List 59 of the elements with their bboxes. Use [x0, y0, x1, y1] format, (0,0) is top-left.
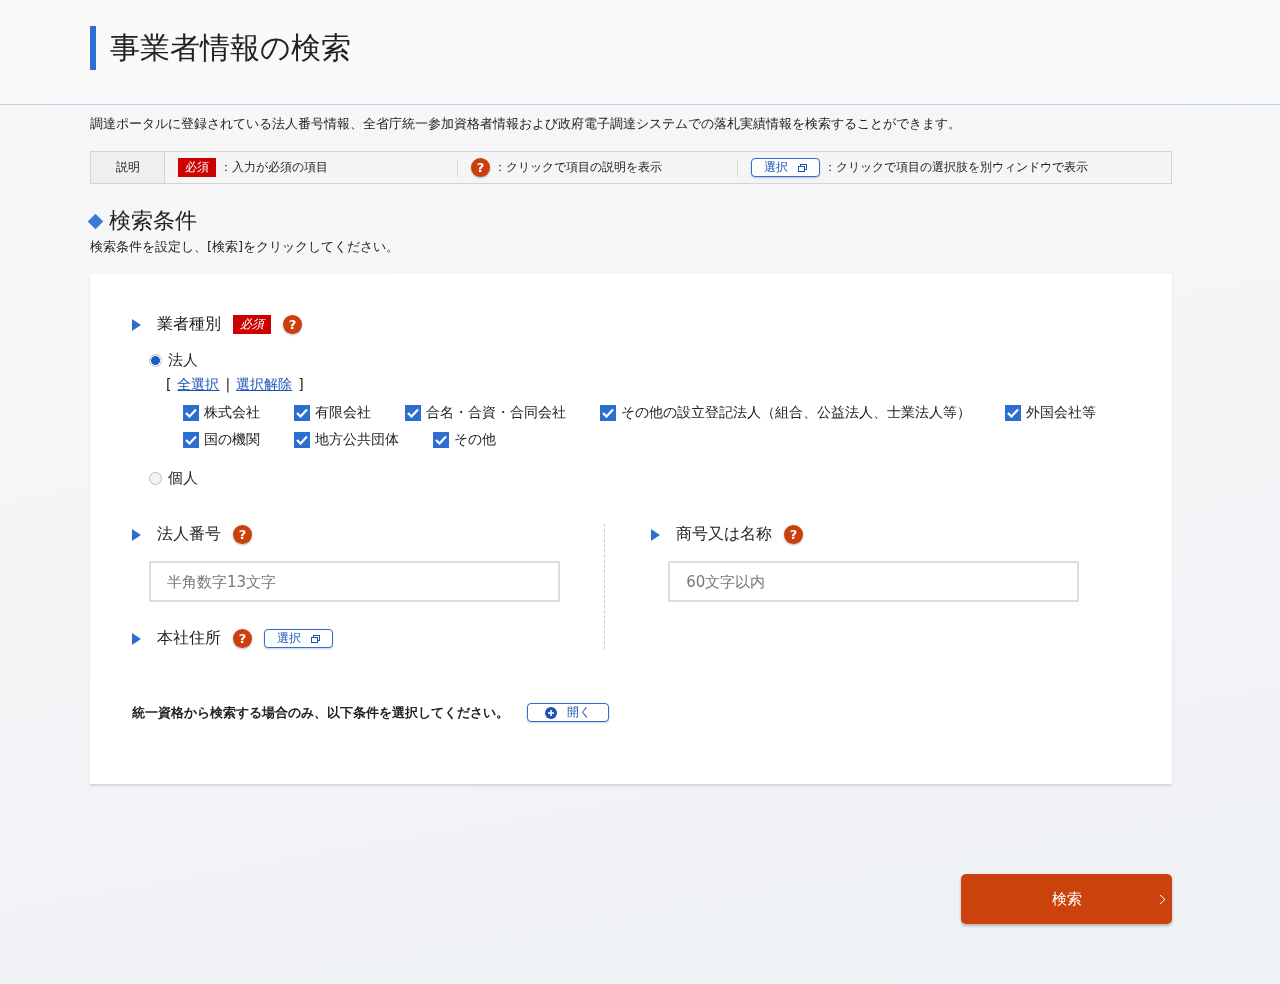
- bracket-text: [: [166, 376, 172, 394]
- radio-button[interactable]: [149, 472, 162, 485]
- checkbox-label: 地方公共団体: [315, 431, 399, 449]
- separator-text: |: [225, 376, 231, 394]
- search-button[interactable]: 検索: [961, 874, 1172, 924]
- checkbox-label: 合名・合資・合同会社: [426, 404, 566, 422]
- checkbox-label: その他の設立登記法人（組合、公益法人、士業法人等）: [621, 404, 971, 422]
- help-icon[interactable]: ?: [283, 315, 302, 334]
- help-icon[interactable]: ?: [233, 629, 252, 648]
- select-button[interactable]: 選択: [751, 158, 820, 177]
- checkbox-label: 株式会社: [204, 404, 260, 422]
- bracket-text: ]: [298, 376, 304, 394]
- section-title: 検索条件: [109, 207, 197, 235]
- legend-label: 説明: [91, 152, 165, 183]
- field-label: 商号又は名称: [676, 524, 773, 545]
- plus-icon: [545, 706, 557, 719]
- instruction-text: 統一資格から検索する場合のみ、以下条件を選択してください。: [132, 703, 509, 722]
- section-subtitle: 検索条件を設定し、[検索]をクリックしてください。: [90, 238, 401, 256]
- checkbox-label: 外国会社等: [1026, 404, 1096, 422]
- required-badge: 必須: [233, 315, 271, 334]
- legend-text: ：クリックで項目の説明を表示: [494, 159, 662, 176]
- input-field[interactable]: 60文字以内: [668, 561, 1080, 602]
- radio-button[interactable]: [149, 354, 162, 367]
- checkbox[interactable]: [183, 432, 199, 448]
- description-text: 調達ポータルに登録されている法人番号情報、全省庁統一参加資格者情報および政府電子調達システムでの落札実績情報を検索することができます。: [90, 115, 962, 133]
- window-icon: [311, 634, 320, 643]
- checkbox[interactable]: [600, 405, 616, 421]
- checkbox[interactable]: [1005, 405, 1021, 421]
- checkbox-label: 有限会社: [315, 404, 371, 422]
- triangle-icon: [132, 528, 141, 541]
- checkbox[interactable]: [405, 405, 421, 421]
- legend-text: ：入力が必須の項目: [220, 159, 328, 176]
- radio-label: 個人: [168, 469, 198, 488]
- help-icon[interactable]: ?: [233, 525, 252, 544]
- checkbox-label: 国の機関: [204, 431, 260, 449]
- checkbox[interactable]: [183, 405, 199, 421]
- window-icon: [798, 163, 807, 172]
- help-icon[interactable]: ?: [471, 158, 490, 177]
- field-label: 本社住所: [157, 628, 221, 649]
- deselect-all-link[interactable]: 選択解除: [236, 376, 293, 394]
- legend-text: ：クリックで項目の選択肢を別ウィンドウで表示: [824, 159, 1088, 176]
- field-label: 法人番号: [157, 524, 221, 545]
- checkbox[interactable]: [294, 432, 310, 448]
- select-all-link[interactable]: 全選択: [177, 376, 220, 394]
- field-label: 業者種別: [157, 314, 221, 335]
- triangle-icon: [132, 318, 141, 331]
- input-field[interactable]: 半角数字13文字: [149, 561, 560, 602]
- chevron-icon: [1159, 894, 1166, 905]
- required-badge: 必須: [178, 158, 216, 177]
- checkbox[interactable]: [433, 432, 449, 448]
- checkbox[interactable]: [294, 405, 310, 421]
- radio-label: 法人: [168, 351, 198, 370]
- triangle-icon: [651, 528, 661, 541]
- triangle-icon: [132, 632, 141, 645]
- help-icon[interactable]: ?: [784, 525, 804, 544]
- page-title: 事業者情報の検索: [90, 26, 351, 70]
- select-button[interactable]: 選択: [264, 629, 333, 648]
- open-button[interactable]: 開く: [527, 703, 609, 722]
- checkbox-label: その他: [454, 431, 496, 449]
